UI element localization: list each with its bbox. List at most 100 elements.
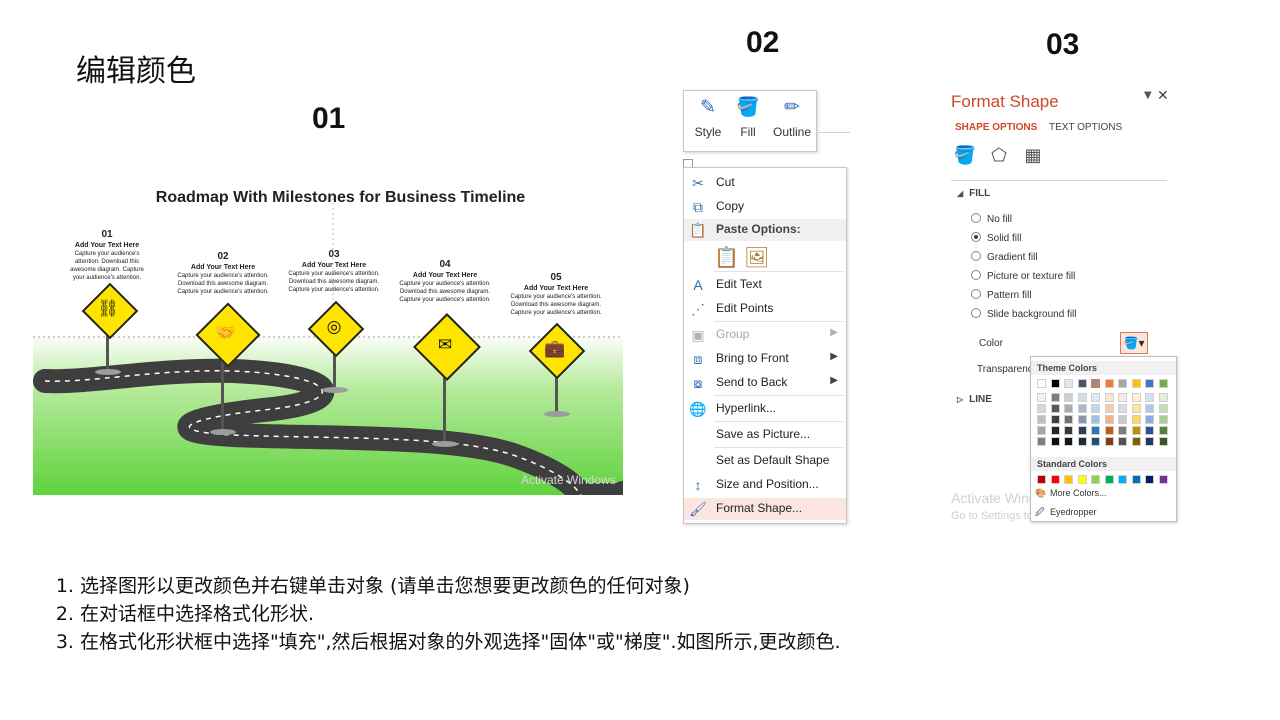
standard-color-swatch[interactable] [1091,475,1100,484]
theme-shade-swatch[interactable] [1077,426,1087,435]
theme-shade-swatch[interactable] [1118,415,1127,424]
theme-shade-swatch[interactable] [1158,426,1168,435]
theme-shade-swatch[interactable] [1091,437,1100,446]
theme-shade-swatch[interactable] [1118,404,1127,413]
standard-color-swatch[interactable] [1050,475,1060,484]
theme-shade-swatch[interactable] [1104,415,1114,424]
theme-color-swatch[interactable] [1104,379,1114,388]
menu-item-edit-points[interactable]: ⋰ Edit Points [684,298,846,320]
standard-color-swatch[interactable] [1158,475,1168,484]
roadmap-slide-image[interactable]: Roadmap With Milestones for Business Tim… [33,183,623,495]
theme-shade-swatch[interactable] [1077,393,1087,402]
theme-color-swatch[interactable] [1118,379,1127,388]
theme-shade-swatch[interactable] [1118,437,1127,446]
menu-item-size-and-position[interactable]: ↕ Size and Position... [684,474,846,496]
theme-shade-swatch[interactable] [1064,437,1073,446]
theme-color-swatch[interactable] [1131,379,1141,388]
milestone-03-sign[interactable]: ◎ [307,300,365,358]
theme-shade-swatch[interactable] [1037,415,1046,424]
theme-shade-swatch[interactable] [1064,404,1073,413]
theme-shade-swatch[interactable] [1050,415,1060,424]
theme-shade-swatch[interactable] [1118,426,1127,435]
style-button[interactable]: ✎ Style [688,91,728,151]
theme-shade-swatch[interactable] [1104,437,1114,446]
menu-item-hyperlink[interactable]: 🌐 Hyperlink... [684,398,846,420]
theme-shade-swatch[interactable] [1037,426,1046,435]
theme-color-swatch[interactable] [1145,379,1154,388]
theme-shade-swatch[interactable] [1131,437,1141,446]
theme-shade-swatch[interactable] [1091,404,1100,413]
theme-color-swatch[interactable] [1050,379,1060,388]
theme-shade-swatch[interactable] [1145,437,1154,446]
theme-shade-swatch[interactable] [1064,426,1073,435]
tab-shape-options[interactable]: SHAPE OPTIONS [955,122,1037,133]
radio-slide-background-fill[interactable]: Slide background fill [971,308,1077,324]
menu-item-format-shape[interactable]: 🖌 Format Shape... [684,498,846,520]
standard-color-swatch[interactable] [1131,475,1141,484]
theme-shade-swatch[interactable] [1050,426,1060,435]
fill-button[interactable]: 🪣 Fill [728,91,768,151]
eyedropper-item[interactable]: 🖉 Eyedropper [1035,505,1097,521]
outline-button[interactable]: ✏ Outline [770,91,814,151]
milestone-02-sign[interactable]: 🤝 [195,302,261,368]
radio-pattern-fill[interactable]: Pattern fill [971,289,1031,305]
theme-color-swatch[interactable] [1037,379,1046,388]
theme-shade-swatch[interactable] [1158,393,1168,402]
milestone-04-sign[interactable]: ✉ [413,313,481,381]
theme-shade-swatch[interactable] [1050,404,1060,413]
standard-color-swatch[interactable] [1064,475,1073,484]
menu-item-cut[interactable]: ✂ Cut [684,172,846,194]
fill-section-header[interactable]: ◢ FILL [957,188,990,199]
standard-color-swatch[interactable] [1104,475,1114,484]
menu-item-set-default-shape[interactable]: Set as Default Shape [684,450,846,472]
theme-shade-swatch[interactable] [1091,426,1100,435]
theme-shade-swatch[interactable] [1145,404,1154,413]
fill-line-icon[interactable]: 🪣 [953,144,977,168]
theme-shade-swatch[interactable] [1077,404,1087,413]
radio-no-fill[interactable]: No fill [971,213,1012,229]
more-colors-item[interactable]: 🎨 More Colors... [1035,488,1107,499]
theme-shade-swatch[interactable] [1131,393,1141,402]
theme-color-swatch[interactable] [1077,379,1087,388]
theme-shade-swatch[interactable] [1158,415,1168,424]
tab-text-options[interactable]: TEXT OPTIONS [1049,122,1122,133]
theme-color-swatch[interactable] [1158,379,1168,388]
color-picker-button[interactable]: 🪣▾ [1120,332,1148,354]
theme-shade-swatch[interactable] [1131,415,1141,424]
size-properties-icon[interactable]: ▦ [1021,144,1045,168]
theme-shade-swatch[interactable] [1077,437,1087,446]
theme-color-swatch[interactable] [1091,379,1100,388]
theme-shade-swatch[interactable] [1064,393,1073,402]
theme-shade-swatch[interactable] [1037,404,1046,413]
paste-as-picture-icon[interactable]: 🖼 [744,245,769,269]
close-icon[interactable]: ✕ [1157,88,1169,104]
paste-keep-formatting-icon[interactable]: 📋 [714,245,739,269]
theme-shade-swatch[interactable] [1050,437,1060,446]
standard-color-swatch[interactable] [1077,475,1087,484]
effects-pentagon-icon[interactable]: ⬠ [987,144,1011,168]
theme-shade-swatch[interactable] [1091,393,1100,402]
radio-picture-texture-fill[interactable]: Picture or texture fill [971,270,1075,286]
theme-shade-swatch[interactable] [1158,437,1168,446]
standard-color-swatch[interactable] [1118,475,1127,484]
theme-color-swatch[interactable] [1064,379,1073,388]
theme-shade-swatch[interactable] [1131,426,1141,435]
theme-shade-swatch[interactable] [1145,415,1154,424]
radio-solid-fill[interactable]: Solid fill [971,232,1021,248]
menu-item-save-as-picture[interactable]: Save as Picture... [684,424,846,446]
theme-shade-swatch[interactable] [1064,415,1073,424]
theme-shade-swatch[interactable] [1091,415,1100,424]
theme-shade-swatch[interactable] [1145,426,1154,435]
theme-shade-swatch[interactable] [1050,393,1060,402]
theme-shade-swatch[interactable] [1145,393,1154,402]
milestone-05-sign[interactable]: 💼 [528,322,586,380]
theme-shade-swatch[interactable] [1104,404,1114,413]
line-section-header[interactable]: ▷ LINE [957,394,992,405]
radio-gradient-fill[interactable]: Gradient fill [971,251,1038,267]
theme-shade-swatch[interactable] [1104,393,1114,402]
theme-shade-swatch[interactable] [1104,426,1114,435]
menu-item-send-to-back[interactable]: ⧇ Send to Back ▶ [684,372,846,394]
theme-shade-swatch[interactable] [1077,415,1087,424]
standard-color-swatch[interactable] [1145,475,1154,484]
milestone-01-sign[interactable]: ⛓ [81,282,139,340]
